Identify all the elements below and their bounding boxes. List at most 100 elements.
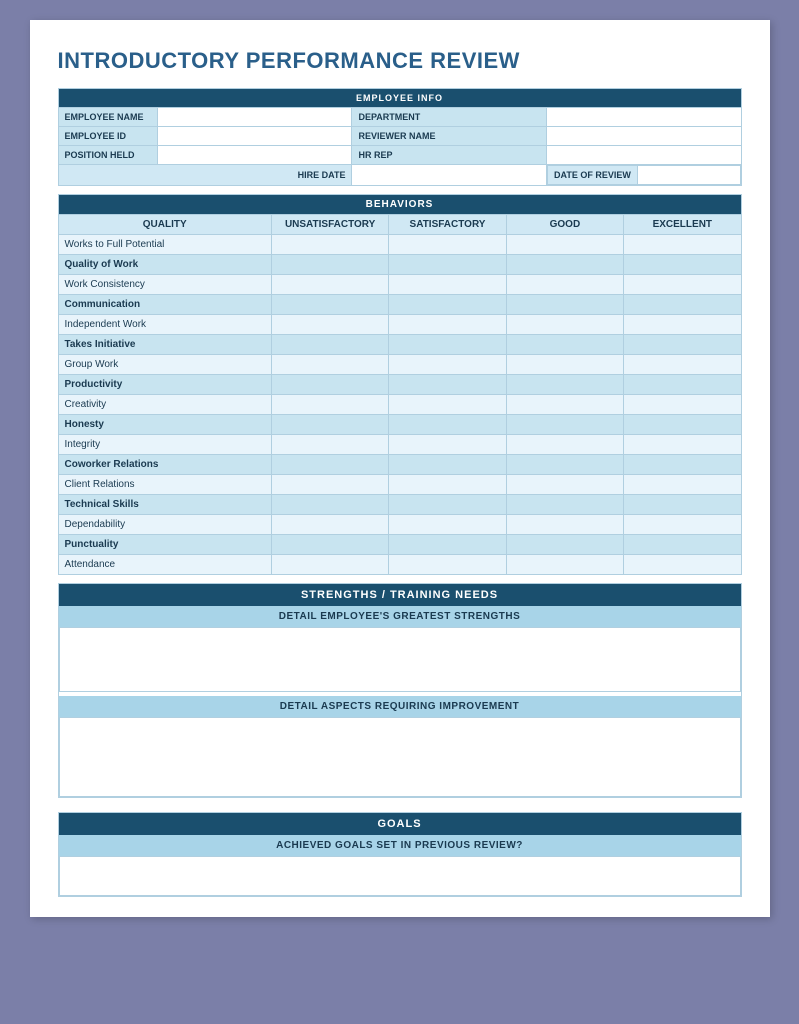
score-cell[interactable] [624,475,741,495]
score-cell[interactable] [271,475,388,495]
score-cell[interactable] [389,375,506,395]
score-cell[interactable] [389,515,506,535]
score-cell[interactable] [624,455,741,475]
score-cell[interactable] [624,415,741,435]
strengths-text-area[interactable] [59,627,741,692]
date-review-value[interactable] [637,166,740,185]
score-cell[interactable] [389,415,506,435]
emp-name-label: EMPLOYEE NAME [58,108,157,127]
goals-section: GOALS ACHIEVED GOALS SET IN PREVIOUS REV… [58,812,742,897]
position-value[interactable] [157,146,352,165]
strengths-section: STRENGTHS / TRAINING NEEDS DETAIL EMPLOY… [58,583,742,798]
score-cell[interactable] [389,435,506,455]
score-cell[interactable] [506,395,623,415]
score-cell[interactable] [389,475,506,495]
emp-id-value[interactable] [157,127,352,146]
score-cell[interactable] [271,495,388,515]
score-cell[interactable] [389,495,506,515]
score-cell[interactable] [271,415,388,435]
score-cell[interactable] [624,255,741,275]
score-cell[interactable] [506,495,623,515]
score-cell[interactable] [624,535,741,555]
score-cell[interactable] [271,315,388,335]
behavior-label: Technical Skills [58,495,271,515]
score-cell[interactable] [624,515,741,535]
score-cell[interactable] [271,275,388,295]
behaviors-table: BEHAVIORS QUALITY UNSATISFACTORY SATISFA… [58,194,742,575]
greatest-strengths-label: DETAIL EMPLOYEE'S GREATEST STRENGTHS [59,606,741,627]
score-cell[interactable] [271,535,388,555]
score-cell[interactable] [506,255,623,275]
score-cell[interactable] [271,455,388,475]
emp-id-label: EMPLOYEE ID [58,127,157,146]
score-cell[interactable] [389,235,506,255]
score-cell[interactable] [624,315,741,335]
col-unsatisfactory: UNSATISFACTORY [271,215,388,235]
behavior-label: Coworker Relations [58,455,271,475]
score-cell[interactable] [506,355,623,375]
score-cell[interactable] [389,535,506,555]
score-cell[interactable] [389,275,506,295]
score-cell[interactable] [624,355,741,375]
score-cell[interactable] [624,335,741,355]
goals-block: GOALS ACHIEVED GOALS SET IN PREVIOUS REV… [58,812,742,897]
score-cell[interactable] [271,555,388,575]
score-cell[interactable] [506,535,623,555]
score-cell[interactable] [624,495,741,515]
improvement-text-area[interactable] [59,717,741,797]
hire-date-value[interactable] [352,165,547,186]
score-cell[interactable] [389,315,506,335]
score-cell[interactable] [389,455,506,475]
score-cell[interactable] [624,555,741,575]
score-cell[interactable] [506,415,623,435]
achieved-goals-label: ACHIEVED GOALS SET IN PREVIOUS REVIEW? [59,835,741,856]
emp-name-value[interactable] [157,108,352,127]
score-cell[interactable] [389,295,506,315]
score-cell[interactable] [506,555,623,575]
position-label: POSITION HELD [58,146,157,165]
score-cell[interactable] [506,315,623,335]
table-row: Client Relations [58,475,741,495]
hr-rep-value[interactable] [546,146,741,165]
score-cell[interactable] [624,435,741,455]
score-cell[interactable] [389,355,506,375]
score-cell[interactable] [506,475,623,495]
hire-date-label: HIRE DATE [58,165,352,186]
score-cell[interactable] [506,375,623,395]
improvement-label: DETAIL ASPECTS REQUIRING IMPROVEMENT [59,696,741,717]
score-cell[interactable] [506,335,623,355]
table-row: Coworker Relations [58,455,741,475]
score-cell[interactable] [271,515,388,535]
score-cell[interactable] [624,235,741,255]
score-cell[interactable] [506,275,623,295]
score-cell[interactable] [506,435,623,455]
score-cell[interactable] [389,335,506,355]
behavior-label: Integrity [58,435,271,455]
score-cell[interactable] [271,295,388,315]
goals-text-area[interactable] [59,856,741,896]
dept-value[interactable] [546,108,741,127]
score-cell[interactable] [624,395,741,415]
score-cell[interactable] [271,355,388,375]
score-cell[interactable] [389,395,506,415]
behavior-label: Client Relations [58,475,271,495]
score-cell[interactable] [389,255,506,275]
score-cell[interactable] [271,335,388,355]
score-cell[interactable] [624,275,741,295]
behavior-label: Dependability [58,515,271,535]
score-cell[interactable] [506,455,623,475]
dept-label: DEPARTMENT [352,108,547,127]
score-cell[interactable] [506,295,623,315]
table-row: Communication [58,295,741,315]
score-cell[interactable] [271,395,388,415]
score-cell[interactable] [271,435,388,455]
score-cell[interactable] [506,235,623,255]
score-cell[interactable] [624,375,741,395]
reviewer-value[interactable] [546,127,741,146]
score-cell[interactable] [271,375,388,395]
score-cell[interactable] [271,255,388,275]
score-cell[interactable] [389,555,506,575]
score-cell[interactable] [624,295,741,315]
score-cell[interactable] [271,235,388,255]
score-cell[interactable] [506,515,623,535]
